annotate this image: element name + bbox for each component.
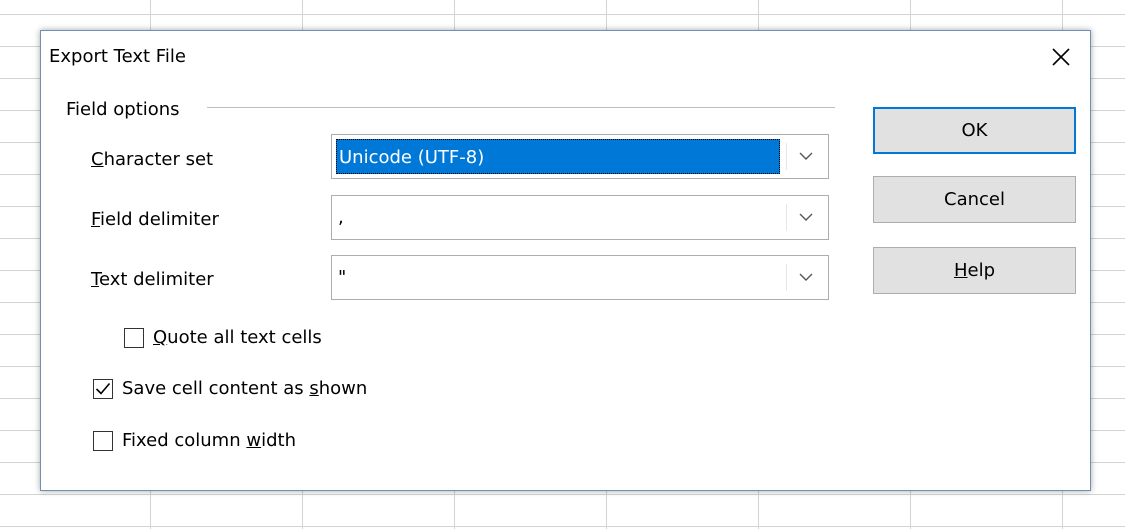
quote-all-text-cells-option[interactable]: Quote all text cells [124, 327, 322, 348]
close-button[interactable] [1038, 35, 1084, 79]
dialog-title: Export Text File [49, 46, 186, 67]
fixed-width-mnemonic: w [246, 430, 262, 451]
character-set-mnemonic: C [91, 149, 104, 170]
field-delimiter-dropdown-button[interactable] [786, 204, 824, 231]
character-set-label: Character set [91, 149, 213, 170]
save-as-shown-label-post: hown [318, 378, 368, 399]
text-delimiter-label-text: ext delimiter [98, 269, 214, 290]
save-cell-content-as-shown-label: Save cell content as shown [122, 378, 367, 399]
quote-all-text-cells-checkbox[interactable] [124, 327, 144, 348]
quote-all-mnemonic: Q [153, 327, 168, 348]
fixed-width-label-post: idth [261, 430, 296, 451]
close-icon [1052, 48, 1070, 66]
field-delimiter-label: Field delimiter [91, 209, 219, 230]
text-delimiter-value[interactable]: " [336, 260, 780, 295]
field-delimiter-value[interactable]: , [336, 200, 780, 235]
quote-all-label-text: uote all text cells [167, 327, 322, 348]
export-text-file-dialog: Export Text File Field options Character… [40, 30, 1091, 491]
quote-all-text-cells-label: Quote all text cells [153, 327, 322, 348]
ok-button[interactable]: OK [873, 107, 1076, 154]
chevron-down-icon [799, 152, 812, 160]
field-options-label: Field options [66, 99, 180, 120]
text-delimiter-dropdown-button[interactable] [786, 264, 824, 291]
save-as-shown-mnemonic: s [309, 378, 319, 399]
fixed-column-width-option[interactable]: Fixed column width [93, 430, 296, 451]
text-delimiter-mnemonic: T [91, 269, 99, 290]
text-delimiter-combo[interactable]: " [331, 255, 829, 300]
chevron-down-icon [799, 273, 812, 281]
save-cell-content-as-shown-option[interactable]: Save cell content as shown [93, 378, 367, 399]
save-as-shown-label-pre: Save cell content as [122, 378, 310, 399]
help-button[interactable]: Help [873, 247, 1076, 294]
help-label-text: elp [967, 260, 996, 281]
checkmark-icon [95, 382, 111, 395]
field-delimiter-mnemonic: F [91, 209, 101, 230]
field-delimiter-combo[interactable]: , [331, 195, 829, 240]
character-set-value: Unicode (UTF-8) [336, 139, 780, 174]
help-mnemonic: H [953, 260, 968, 281]
chevron-down-icon [799, 213, 812, 221]
character-set-dropdown-button[interactable] [786, 143, 824, 170]
character-set-label-text: haracter set [103, 149, 214, 170]
fixed-width-label-pre: Fixed column [122, 430, 247, 451]
cancel-button[interactable]: Cancel [873, 176, 1076, 223]
group-separator [207, 107, 835, 108]
field-delimiter-label-text: ield delimiter [100, 209, 219, 230]
fixed-column-width-checkbox[interactable] [93, 430, 113, 451]
text-delimiter-label: Text delimiter [91, 269, 214, 290]
character-set-combo[interactable]: Unicode (UTF-8) [331, 134, 829, 179]
fixed-column-width-label: Fixed column width [122, 430, 296, 451]
save-cell-content-as-shown-checkbox[interactable] [93, 378, 113, 399]
